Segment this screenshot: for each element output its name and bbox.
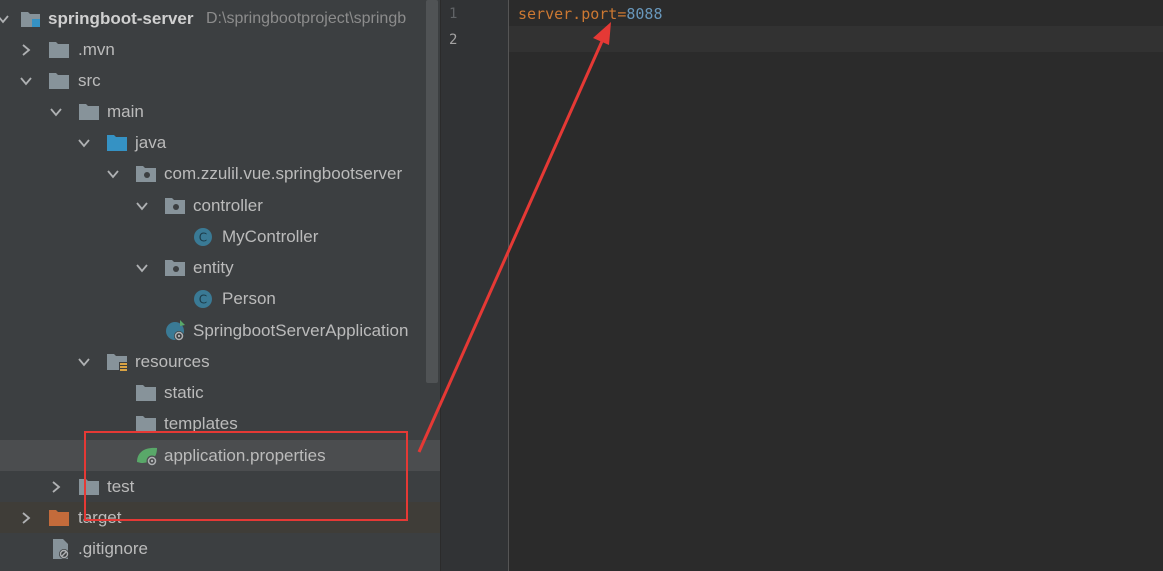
package-icon bbox=[164, 259, 186, 277]
tree-item-label: test bbox=[107, 477, 135, 496]
tree-row-java[interactable]: java bbox=[0, 127, 440, 158]
svg-text:C: C bbox=[199, 293, 207, 307]
tree-row-controller[interactable]: controller bbox=[0, 190, 440, 221]
folder-icon bbox=[48, 41, 70, 59]
tree-item-label: templates bbox=[164, 414, 238, 433]
tree-row-test[interactable]: test bbox=[0, 471, 440, 502]
excluded-folder-icon bbox=[48, 509, 70, 527]
chevron-down-icon[interactable] bbox=[106, 158, 120, 189]
chevron-down-icon[interactable] bbox=[19, 65, 33, 96]
tree-item-label: .mvn bbox=[78, 40, 115, 59]
chevron-right-icon[interactable] bbox=[19, 34, 33, 65]
tree-item-label: target bbox=[78, 508, 122, 527]
property-value: 8088 bbox=[626, 5, 663, 23]
tree-item-label: SpringbootServerApplication bbox=[193, 321, 409, 340]
line-number: 1 bbox=[449, 6, 458, 22]
tree-item-label: application.properties bbox=[164, 446, 326, 465]
tree-item-label: Person bbox=[222, 289, 276, 308]
tree-item-label: .gitignore bbox=[78, 539, 148, 558]
line-number: 2 bbox=[449, 32, 458, 48]
tree-row-package[interactable]: com.zzulil.vue.springbootserver bbox=[0, 158, 440, 189]
folder-icon bbox=[48, 72, 70, 90]
tree-row-entity[interactable]: entity bbox=[0, 252, 440, 283]
spring-boot-app-icon bbox=[164, 319, 186, 341]
svg-text:C: C bbox=[199, 231, 207, 245]
chevron-down-icon[interactable] bbox=[135, 252, 149, 283]
project-panel: springboot-server D:\springbootproject\s… bbox=[0, 0, 440, 571]
code-line-1[interactable]: server.port=8088 bbox=[518, 1, 663, 27]
folder-icon bbox=[135, 415, 157, 433]
chevron-down-icon[interactable] bbox=[135, 190, 149, 221]
chevron-right-icon[interactable] bbox=[19, 502, 33, 533]
chevron-down-icon[interactable] bbox=[77, 127, 91, 158]
line-number-gutter: 1 2 bbox=[441, 0, 509, 571]
package-icon bbox=[164, 197, 186, 215]
tree-row-templates[interactable]: templates bbox=[0, 408, 440, 439]
current-line-highlight bbox=[509, 26, 1163, 52]
tree-row-project-root[interactable]: springboot-server D:\springbootproject\s… bbox=[0, 3, 440, 34]
spring-properties-icon bbox=[135, 444, 158, 467]
tree-row-target[interactable]: target bbox=[0, 502, 440, 533]
tree-item-label: controller bbox=[193, 196, 263, 215]
property-key: server.port bbox=[518, 5, 618, 23]
java-class-icon: C bbox=[193, 227, 215, 246]
project-root-path: D:\springbootproject\springb bbox=[206, 10, 407, 27]
folder-icon bbox=[78, 478, 100, 496]
project-root-label: springboot-server bbox=[48, 9, 194, 28]
tree-row-springboot-app[interactable]: SpringbootServerApplication bbox=[0, 315, 440, 346]
tree-item-label: entity bbox=[193, 258, 234, 277]
tree-item-label: main bbox=[107, 102, 144, 121]
tree-row-person[interactable]: C Person bbox=[0, 283, 440, 314]
tree-row-gitignore[interactable]: .gitignore bbox=[0, 533, 440, 564]
chevron-down-icon[interactable] bbox=[49, 96, 63, 127]
module-folder-icon bbox=[20, 9, 42, 27]
java-class-icon: C bbox=[193, 289, 215, 308]
tree-row-src[interactable]: src bbox=[0, 65, 440, 96]
folder-icon bbox=[78, 103, 100, 121]
chevron-down-icon[interactable] bbox=[0, 3, 10, 34]
folder-icon bbox=[135, 384, 157, 402]
ignore-file-icon bbox=[50, 538, 72, 559]
tree-item-label: static bbox=[164, 383, 204, 402]
resources-folder-icon bbox=[106, 353, 128, 372]
tree-item-label: java bbox=[135, 133, 167, 152]
tree-item-label: resources bbox=[135, 352, 210, 371]
tree-row-resources[interactable]: resources bbox=[0, 346, 440, 377]
tree-item-label: com.zzulil.vue.springbootserver bbox=[164, 164, 403, 183]
package-icon bbox=[135, 165, 157, 183]
chevron-down-icon[interactable] bbox=[77, 346, 91, 377]
tree-row-mvn[interactable]: .mvn bbox=[0, 34, 440, 65]
chevron-right-icon[interactable] bbox=[49, 471, 63, 502]
tree-item-label: MyController bbox=[222, 227, 319, 246]
project-panel-scrollbar[interactable] bbox=[426, 0, 438, 383]
tree-row-mycontroller[interactable]: C MyController bbox=[0, 221, 440, 252]
tree-row-application-properties[interactable]: application.properties bbox=[0, 440, 440, 471]
source-folder-icon bbox=[106, 134, 128, 152]
code-editor[interactable]: 1 2 server.port=8088 bbox=[441, 0, 1163, 571]
tree-row-static[interactable]: static bbox=[0, 377, 440, 408]
tree-item-label: src bbox=[78, 71, 101, 90]
tree-row-main[interactable]: main bbox=[0, 96, 440, 127]
